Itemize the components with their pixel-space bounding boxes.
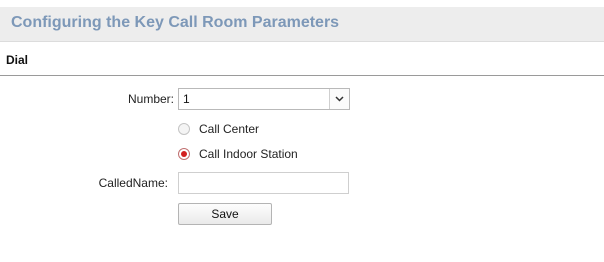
page-frame: Configuring the Key Call Room Parameters… [0,0,604,262]
number-select[interactable]: 1 [178,88,350,110]
page-title: Configuring the Key Call Room Parameters [11,14,340,31]
section-label-dial: Dial [6,53,29,67]
radio-call-center[interactable] [178,123,190,135]
save-button[interactable]: Save [178,203,272,225]
number-select-value: 1 [183,92,190,106]
number-label: Number: [127,92,174,106]
page-header: Configuring the Key Call Room Parameters [0,7,604,42]
section-divider [0,75,604,76]
chevron-down-icon [335,96,344,102]
called-name-input[interactable] [178,172,349,194]
called-name-label: CalledName: [98,176,168,190]
radio-label-call-indoor-station: Call Indoor Station [199,147,298,161]
radio-call-indoor-station[interactable] [178,148,190,160]
radio-label-call-center: Call Center [199,122,260,136]
number-select-arrow[interactable] [329,89,349,109]
